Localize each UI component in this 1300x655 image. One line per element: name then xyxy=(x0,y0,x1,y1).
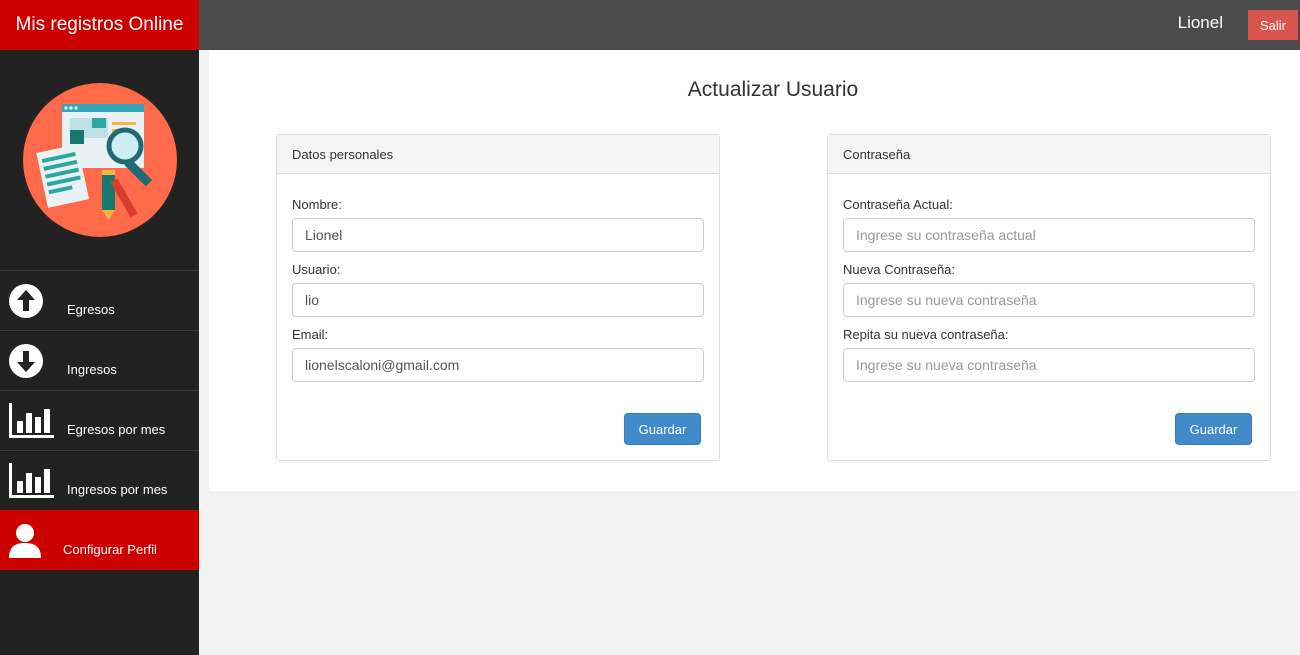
sidebar-item-configurar-perfil[interactable]: Configurar Perfil xyxy=(0,510,199,570)
name-label: Nombre: xyxy=(292,197,342,212)
sidebar-item-label: Egresos por mes xyxy=(67,422,166,437)
sidebar-item-label: Configurar Perfil xyxy=(63,542,157,557)
save-password-button[interactable]: Guardar xyxy=(1175,413,1252,445)
username-label: Lionel xyxy=(1177,13,1223,32)
app-title[interactable]: Mis registros Online xyxy=(0,0,199,50)
logo-illustration-icon xyxy=(22,83,177,237)
email-field[interactable] xyxy=(292,348,704,382)
top-navbar: Lionel Salir xyxy=(199,0,1300,50)
repeat-password-label: Repita su nueva contraseña: xyxy=(843,327,1009,342)
new-password-field[interactable] xyxy=(843,283,1255,317)
current-password-field[interactable] xyxy=(843,218,1255,252)
name-field[interactable] xyxy=(292,218,704,252)
user-icon xyxy=(8,523,42,562)
page-title: Actualizar Usuario xyxy=(687,78,859,101)
main-content: Actualizar Usuario Datos personales Nomb… xyxy=(209,50,1300,491)
sidebar-item-label: Ingresos por mes xyxy=(67,482,168,497)
new-password-label: Nueva Contraseña: xyxy=(843,262,956,277)
username-label: Usuario: xyxy=(292,262,341,277)
logo-area xyxy=(0,50,199,270)
arrow-down-circle-icon xyxy=(8,343,44,382)
sidebar-item-label: Ingresos xyxy=(67,362,117,377)
app-title-text: Mis registros Online xyxy=(15,14,184,35)
bar-chart-icon xyxy=(8,403,54,442)
sidebar: Egresos Ingresos Egresos por mes Ingreso… xyxy=(0,50,199,655)
arrow-up-circle-icon xyxy=(8,283,44,322)
current-password-label: Contraseña Actual: xyxy=(843,197,953,212)
username-field[interactable] xyxy=(292,283,704,317)
sidebar-item-egresos[interactable]: Egresos xyxy=(0,270,199,330)
sidebar-item-label: Egresos xyxy=(67,302,115,317)
save-personal-button[interactable]: Guardar xyxy=(624,413,701,445)
password-panel: Contraseña Contraseña Actual: Nueva Cont… xyxy=(827,134,1271,461)
sidebar-item-ingresos-por-mes[interactable]: Ingresos por mes xyxy=(0,450,199,510)
personal-data-panel: Datos personales Nombre: Usuario: Email:… xyxy=(276,134,720,461)
email-label: Email: xyxy=(292,327,329,342)
sidebar-item-egresos-por-mes[interactable]: Egresos por mes xyxy=(0,390,199,450)
sidebar-item-ingresos[interactable]: Ingresos xyxy=(0,330,199,390)
repeat-password-field[interactable] xyxy=(843,348,1255,382)
bar-chart-icon xyxy=(8,463,54,502)
logout-button[interactable]: Salir xyxy=(1248,10,1298,40)
panel-heading: Contraseña xyxy=(828,135,1270,174)
panel-heading: Datos personales xyxy=(277,135,719,174)
